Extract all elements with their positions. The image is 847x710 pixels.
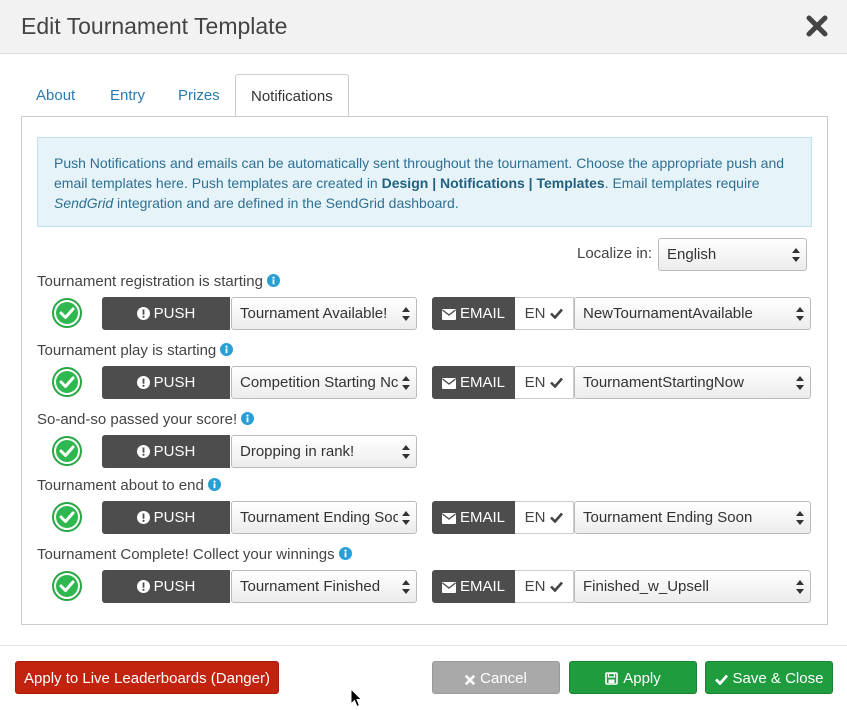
- envelope-icon: [441, 378, 456, 389]
- times-icon: [465, 675, 475, 685]
- save-close-button[interactable]: Save & Close: [705, 661, 833, 694]
- select-arrows-icon: [402, 445, 410, 459]
- check-icon: [550, 512, 564, 523]
- select-arrows-icon: [796, 376, 804, 390]
- push-button[interactable]: PUSH: [102, 501, 230, 534]
- email-template-select[interactable]: NewTournamentAvailable: [574, 297, 811, 330]
- tab-notifications[interactable]: Notifications: [235, 74, 349, 117]
- cancel-button[interactable]: Cancel: [432, 661, 560, 694]
- enabled-check-icon[interactable]: [52, 367, 82, 397]
- info-icon: [338, 547, 352, 560]
- info-icon: [220, 343, 234, 356]
- push-button[interactable]: PUSH: [102, 297, 230, 330]
- language-toggle[interactable]: EN: [515, 297, 574, 330]
- tab-prizes[interactable]: Prizes: [163, 74, 235, 117]
- check-icon: [550, 581, 564, 592]
- push-template-select[interactable]: Tournament Finished: [231, 570, 417, 603]
- envelope-icon: [441, 582, 456, 593]
- push-template-select[interactable]: Tournament Ending Soc: [231, 501, 417, 534]
- push-template-select[interactable]: Dropping in rank!: [231, 435, 417, 468]
- check-icon: [550, 308, 564, 319]
- push-template-select[interactable]: Tournament Available!: [231, 297, 417, 330]
- email-button[interactable]: EMAIL: [432, 501, 515, 534]
- envelope-icon: [441, 513, 456, 524]
- tab-about[interactable]: About: [21, 74, 90, 117]
- tab-entry[interactable]: Entry: [95, 74, 160, 117]
- email-button[interactable]: EMAIL: [432, 366, 515, 399]
- tab-bar: About Entry Prizes Notifications: [21, 74, 828, 117]
- push-button[interactable]: PUSH: [102, 435, 230, 468]
- enabled-check-icon[interactable]: [52, 502, 82, 532]
- info-alert: Push Notifications and emails can be aut…: [37, 137, 812, 227]
- row-label: Tournament about to end: [37, 477, 221, 494]
- row-label: So-and-so passed your score!: [37, 411, 255, 428]
- email-template-select[interactable]: Finished_w_Upsell: [574, 570, 811, 603]
- exclamation-circle-icon: [136, 580, 150, 593]
- apply-live-leaderboards-button[interactable]: Apply to Live Leaderboards (Danger): [15, 661, 279, 694]
- info-text-3: integration and are defined in the SendG…: [113, 195, 459, 211]
- push-button[interactable]: PUSH: [102, 570, 230, 603]
- email-template-select[interactable]: TournamentStartingNow: [574, 366, 811, 399]
- select-arrows-icon: [402, 376, 410, 390]
- select-arrows-icon: [792, 248, 800, 262]
- select-arrows-icon: [402, 580, 410, 594]
- info-text-bold: Design | Notifications | Templates: [381, 175, 605, 191]
- language-toggle[interactable]: EN: [515, 501, 574, 534]
- mouse-cursor-icon: [350, 688, 363, 708]
- push-button[interactable]: PUSH: [102, 366, 230, 399]
- row-label: Tournament Complete! Collect your winnin…: [37, 546, 352, 563]
- enabled-check-icon[interactable]: [52, 436, 82, 466]
- select-arrows-icon: [402, 511, 410, 525]
- exclamation-circle-icon: [136, 307, 150, 320]
- email-button[interactable]: EMAIL: [432, 297, 515, 330]
- info-icon: [207, 478, 221, 491]
- check-icon: [550, 377, 564, 388]
- email-template-select[interactable]: Tournament Ending Soon: [574, 501, 811, 534]
- apply-button[interactable]: Apply: [569, 661, 697, 694]
- push-template-select[interactable]: Competition Starting Nc: [231, 366, 417, 399]
- check-icon: [714, 674, 728, 685]
- localize-select[interactable]: English: [658, 238, 807, 271]
- select-arrows-icon: [796, 307, 804, 321]
- exclamation-circle-icon: [136, 511, 150, 524]
- row-label: Tournament play is starting: [37, 342, 234, 359]
- enabled-check-icon[interactable]: [52, 571, 82, 601]
- info-text-italic: SendGrid: [54, 195, 114, 211]
- envelope-icon: [441, 309, 456, 320]
- exclamation-circle-icon: [136, 445, 150, 458]
- select-arrows-icon: [402, 307, 410, 321]
- localize-label: Localize in:: [577, 245, 653, 262]
- dialog-header: Edit Tournament Template: [0, 0, 847, 54]
- close-icon[interactable]: [805, 14, 829, 38]
- dialog-title: Edit Tournament Template: [21, 13, 288, 39]
- info-text-2: . Email templates require: [604, 175, 760, 191]
- language-toggle[interactable]: EN: [515, 366, 574, 399]
- localize-select-value: English: [667, 246, 717, 263]
- email-button[interactable]: EMAIL: [432, 570, 515, 603]
- exclamation-circle-icon: [136, 376, 150, 389]
- floppy-disk-icon: [605, 672, 619, 685]
- language-toggle[interactable]: EN: [515, 570, 574, 603]
- row-label: Tournament registration is starting: [37, 273, 280, 290]
- info-icon: [241, 412, 255, 425]
- select-arrows-icon: [796, 511, 804, 525]
- info-icon: [266, 274, 280, 287]
- select-arrows-icon: [796, 580, 804, 594]
- enabled-check-icon[interactable]: [52, 298, 82, 328]
